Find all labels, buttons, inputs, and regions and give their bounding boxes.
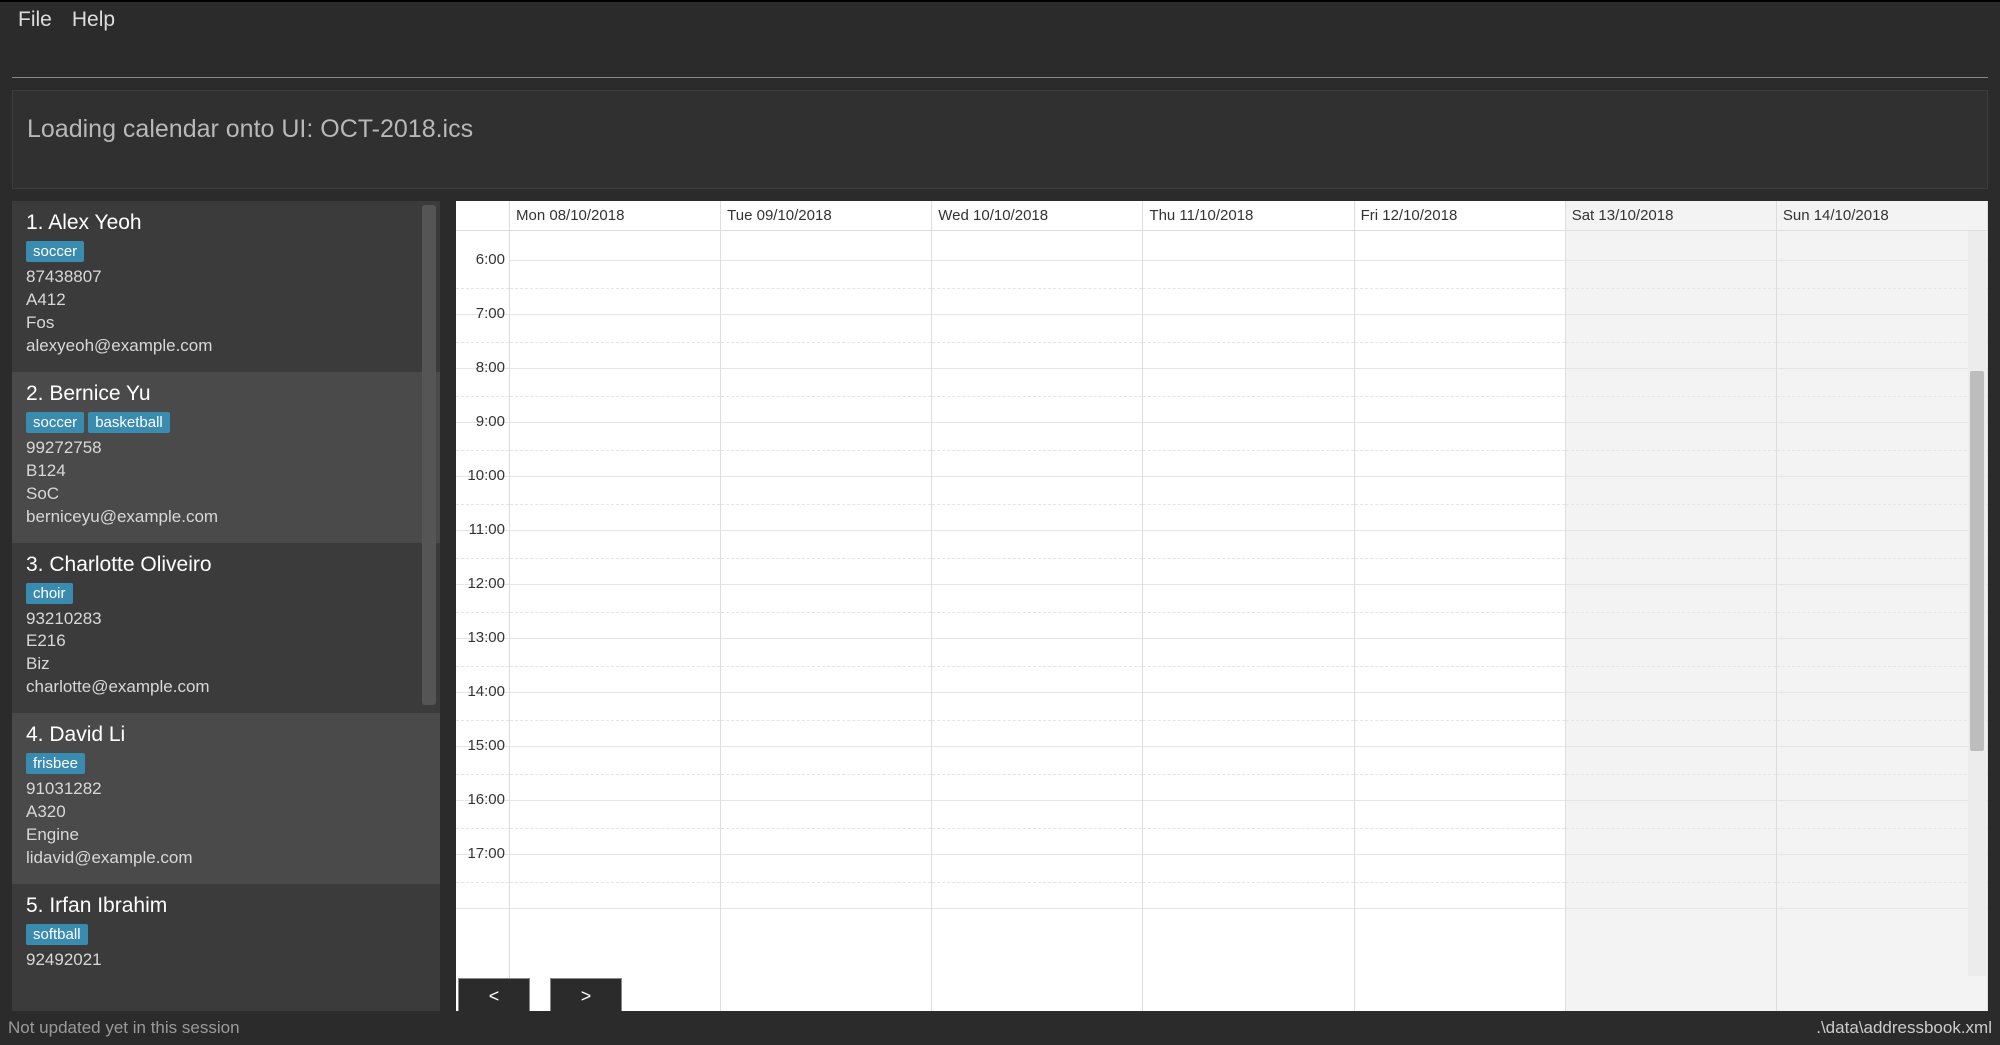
result-display: Loading calendar onto UI: OCT-2018.ics <box>12 90 1988 189</box>
contact-card[interactable]: 5. Irfan Ibrahim softball 92492021 <box>12 884 440 986</box>
calendar-time-label: 9:00 <box>476 413 505 430</box>
calendar-day-column[interactable] <box>510 231 721 1016</box>
contact-phone: 87438807 <box>26 266 426 289</box>
calendar-day-header: Fri 12/10/2018 <box>1355 201 1566 230</box>
contact-faculty: SoC <box>26 483 426 506</box>
contact-tag: frisbee <box>26 753 85 774</box>
calendar-time-label: 13:00 <box>467 629 505 646</box>
contact-room: A412 <box>26 289 426 312</box>
contact-name: 2. Bernice Yu <box>26 382 426 406</box>
contact-phone: 99272758 <box>26 437 426 460</box>
calendar-time-label: 15:00 <box>467 737 505 754</box>
contact-card[interactable]: 4. David Li frisbee 91031282A320Enginelida… <box>12 713 440 884</box>
calendar-next-button[interactable]: > <box>550 978 622 1014</box>
calendar-day-column[interactable] <box>1143 231 1354 1016</box>
contact-card[interactable]: 3. Charlotte Oliveiro choir 93210283E216Bi… <box>12 543 440 714</box>
contact-card[interactable]: 1. Alex Yeoh soccer 87438807A412Fosalexyeo… <box>12 201 440 372</box>
contact-name: 1. Alex Yeoh <box>26 211 426 235</box>
contact-email: charlotte@example.com <box>26 676 426 699</box>
contact-phone: 91031282 <box>26 778 426 801</box>
command-box-area[interactable] <box>12 38 1988 78</box>
calendar-panel: Mon 08/10/2018Tue 09/10/2018Wed 10/10/20… <box>456 201 1988 1016</box>
contact-card[interactable]: 2. Bernice Yu soccerbasketball 99272758B12… <box>12 372 440 543</box>
contact-faculty: Fos <box>26 312 426 335</box>
contact-name: 4. David Li <box>26 723 426 747</box>
contact-email: berniceyu@example.com <box>26 506 426 529</box>
contact-name: 5. Irfan Ibrahim <box>26 894 426 918</box>
calendar-day-column[interactable] <box>1355 231 1566 1016</box>
calendar-time-label: 14:00 <box>467 683 505 700</box>
contact-email: alexyeoh@example.com <box>26 335 426 358</box>
calendar-time-label: 12:00 <box>467 575 505 592</box>
calendar-day-header: Wed 10/10/2018 <box>932 201 1143 230</box>
contact-tag: choir <box>26 583 73 604</box>
contact-room: B124 <box>26 460 426 483</box>
calendar-scrollbar[interactable] <box>1968 231 1986 976</box>
calendar-day-header: Mon 08/10/2018 <box>510 201 721 230</box>
contact-email: lidavid@example.com <box>26 847 426 870</box>
contact-tag: basketball <box>88 412 170 433</box>
calendar-time-label: 8:00 <box>476 359 505 376</box>
contact-phone: 92492021 <box>26 949 426 972</box>
contact-tag: soccer <box>26 412 84 433</box>
calendar-day-header: Sun 14/10/2018 <box>1777 201 1988 230</box>
menu-help[interactable]: Help <box>72 8 115 32</box>
calendar-time-label: 10:00 <box>467 467 505 484</box>
contact-name: 3. Charlotte Oliveiro <box>26 553 426 577</box>
contact-tag: soccer <box>26 241 84 262</box>
contact-faculty: Biz <box>26 653 426 676</box>
calendar-time-label: 16:00 <box>467 791 505 808</box>
calendar-day-column[interactable] <box>721 231 932 1016</box>
calendar-day-column[interactable] <box>1777 231 1988 1016</box>
contact-tag: softball <box>26 924 88 945</box>
calendar-day-header: Thu 11/10/2018 <box>1143 201 1354 230</box>
contacts-panel: 1. Alex Yeoh soccer 87438807A412Fosalexyeo… <box>12 201 440 1016</box>
contact-room: E216 <box>26 630 426 653</box>
calendar-time-label: 11:00 <box>469 521 505 538</box>
calendar-day-header: Sat 13/10/2018 <box>1566 201 1777 230</box>
calendar-time-label: 17:00 <box>467 845 505 862</box>
contact-faculty: Engine <box>26 824 426 847</box>
contacts-scrollbar[interactable] <box>422 205 436 705</box>
calendar-day-column[interactable] <box>1566 231 1777 1016</box>
contact-phone: 93210283 <box>26 608 426 631</box>
calendar-time-label: 6:00 <box>476 251 505 268</box>
menu-file[interactable]: File <box>18 8 52 32</box>
calendar-prev-button[interactable]: < <box>458 978 530 1014</box>
calendar-day-column[interactable] <box>932 231 1143 1016</box>
status-bar: Not updated yet in this session .\data\a… <box>0 1011 2000 1045</box>
menu-bar: File Help <box>0 2 2000 38</box>
calendar-day-header: Tue 09/10/2018 <box>721 201 932 230</box>
sync-status: Not updated yet in this session <box>8 1018 240 1038</box>
calendar-time-label: 7:00 <box>476 305 505 322</box>
contact-room: A320 <box>26 801 426 824</box>
save-location: .\data\addressbook.xml <box>1816 1018 1992 1038</box>
